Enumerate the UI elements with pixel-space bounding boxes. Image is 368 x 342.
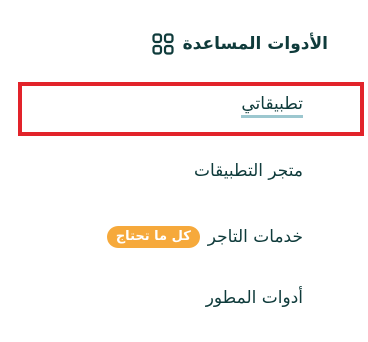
menu-header: الأدوات المساعدة <box>152 33 328 55</box>
menu-item-my-apps[interactable]: تطبيقاتي <box>241 94 303 118</box>
menu-item-label: تطبيقاتي <box>241 94 303 118</box>
menu-item-label: أدوات المطور <box>205 288 303 308</box>
helper-tools-menu: الأدوات المساعدة تطبيقاتي متجر التطبيقات… <box>0 0 368 342</box>
menu-item-merchant-services[interactable]: كل ما تحتاج خدمات التاجر <box>106 226 303 248</box>
menu-title: الأدوات المساعدة <box>182 34 328 54</box>
selection-highlight-box <box>18 82 364 136</box>
menu-item-developer-tools[interactable]: أدوات المطور <box>206 288 303 308</box>
menu-item-label: متجر التطبيقات <box>193 161 303 181</box>
merchant-services-badge: كل ما تحتاج <box>106 226 200 248</box>
menu-item-app-store[interactable]: متجر التطبيقات <box>194 161 303 181</box>
menu-item-label: خدمات التاجر <box>207 227 303 247</box>
grid-icon <box>152 33 174 55</box>
